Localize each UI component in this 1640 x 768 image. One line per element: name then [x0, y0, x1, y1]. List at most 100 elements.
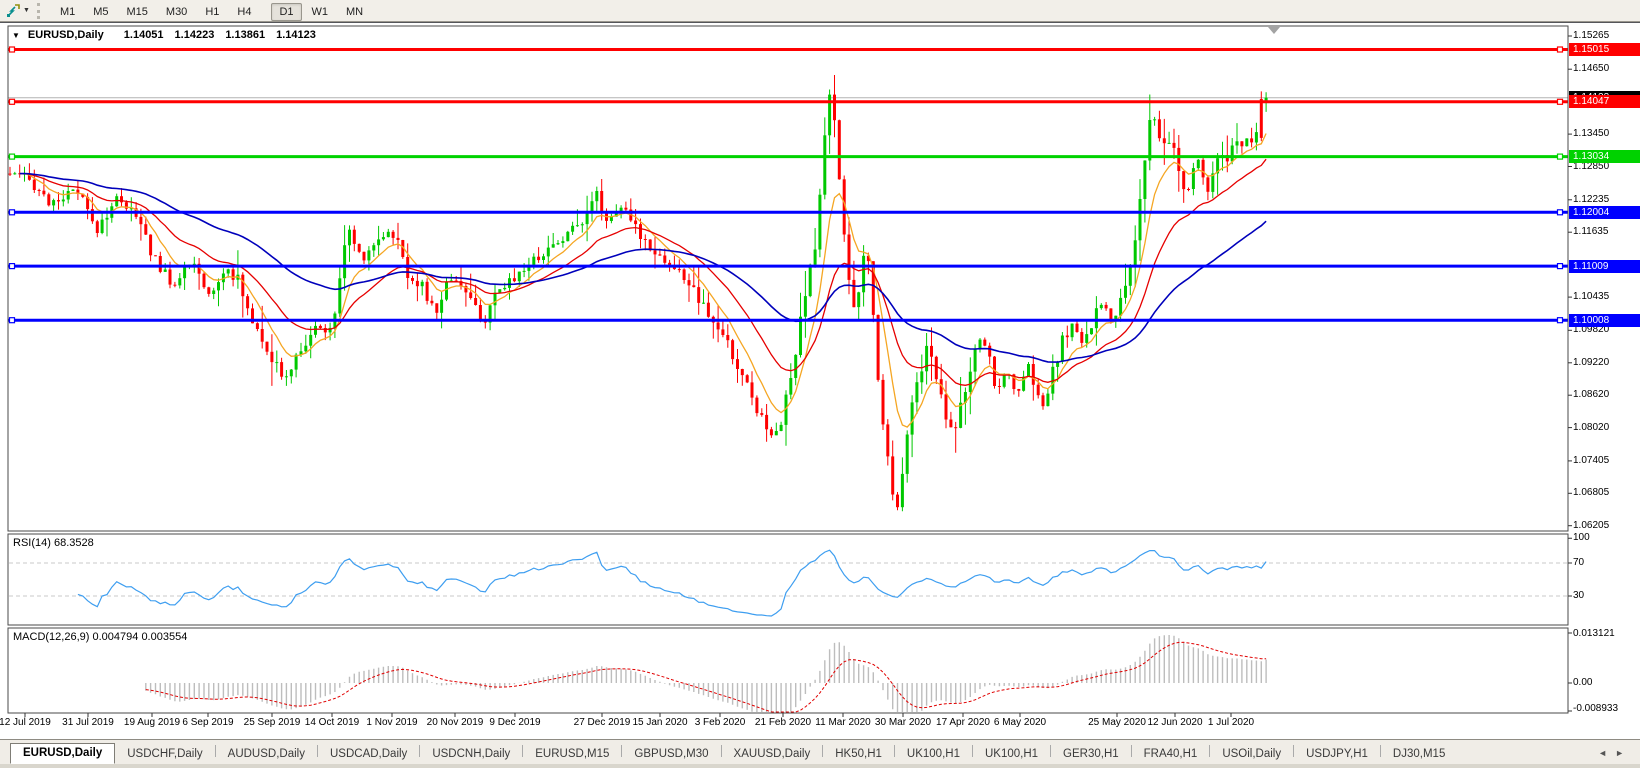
hline-handle[interactable]: [1556, 98, 1564, 105]
hline-label-1.15015: 1.15015: [1569, 43, 1640, 56]
hline-handle[interactable]: [8, 263, 16, 270]
panel-frame: [7, 533, 1569, 626]
rsi-value: 68.3528: [53, 537, 94, 549]
chart-tab-eurusd-m15[interactable]: EURUSD,M15: [525, 744, 619, 764]
tab-separator: [1293, 745, 1295, 757]
price-tick-1.09220: 1.09220: [1573, 356, 1610, 368]
chart-tab-uk100-h1[interactable]: UK100,H1: [975, 744, 1048, 764]
chart-shift-marker-icon[interactable]: [1268, 27, 1280, 34]
candlesticks: [8, 75, 1268, 512]
date-tick-label: 31 Jul 2019: [62, 717, 114, 728]
panel-frame: [7, 627, 1569, 714]
tab-separator: [522, 745, 524, 757]
price-tick-1.06805: 1.06805: [1573, 487, 1610, 499]
chart-tab-dj30-m15[interactable]: DJ30,M15: [1383, 744, 1455, 764]
chart-tab-gbpusd-m30[interactable]: GBPUSD,M30: [624, 744, 718, 764]
tab-scroll-left-icon[interactable]: ◄: [1598, 748, 1615, 758]
date-tick-label: 25 May 2020: [1088, 717, 1146, 728]
price-tick-1.15265: 1.15265: [1573, 30, 1610, 41]
hline-label-1.11009: 1.11009: [1569, 259, 1640, 273]
hline-handle[interactable]: [1556, 153, 1564, 160]
hline-handle[interactable]: [8, 98, 16, 105]
price-tick-1.10435: 1.10435: [1573, 291, 1610, 303]
date-tick-label: 30 Mar 2020: [874, 717, 932, 728]
rsi-indicator-label: RSI(14) 68.3528: [13, 537, 94, 549]
tab-separator: [214, 745, 216, 757]
window-bottom-edge: [0, 764, 1640, 768]
chart-window: ▼ EURUSD,Daily 1.14051 1.14223 1.13861 1.141…: [0, 22, 1640, 768]
tab-separator: [720, 745, 722, 757]
chart-tab-ger30-h1[interactable]: GER30,H1: [1053, 744, 1129, 764]
tab-scroll-arrows: ◄►: [1598, 748, 1632, 758]
hline-handle[interactable]: [1556, 263, 1564, 270]
macd-tick: 0.00: [1573, 677, 1593, 688]
date-tick-label: 19 Aug 2019: [123, 717, 181, 728]
price-tick-1.14650: 1.14650: [1573, 63, 1610, 75]
rsi-line: [77, 549, 1267, 617]
date-tick-label: 11 Mar 2020: [815, 717, 871, 728]
hline-handle[interactable]: [8, 317, 16, 324]
tab-separator: [621, 745, 623, 757]
hline-label-1.14047: 1.14047: [1569, 95, 1640, 109]
date-tick-label: 3 Feb 2020: [694, 717, 746, 728]
hline-label-1.10008: 1.10008: [1569, 313, 1640, 327]
chart-tab-fra40-h1[interactable]: FRA40,H1: [1134, 744, 1208, 764]
chart-tab-hk50-h1[interactable]: HK50,H1: [825, 744, 892, 764]
price-tick-1.13450: 1.13450: [1573, 128, 1610, 140]
chart-tab-uk100-h1[interactable]: UK100,H1: [897, 744, 970, 764]
date-tick-label: 12 Jul 2019: [0, 717, 51, 728]
hline-label-1.12004: 1.12004: [1569, 205, 1640, 219]
chart-tab-eurusd-daily[interactable]: EURUSD,Daily: [10, 743, 116, 764]
hline-label-1.13034: 1.13034: [1569, 150, 1640, 164]
hline-handle[interactable]: [1556, 46, 1564, 53]
hline-handle[interactable]: [1556, 209, 1564, 216]
tab-scroll-right-icon[interactable]: ►: [1615, 748, 1632, 758]
tab-separator: [1130, 745, 1132, 757]
chart-dropdown-icon[interactable]: ▼: [12, 31, 20, 40]
ma-fast-line: [19, 133, 1267, 428]
date-tick-label: 12 Jun 2020: [1147, 717, 1203, 728]
chart-tab-usdjpy-h1[interactable]: USDJPY,H1: [1296, 744, 1378, 764]
price-tick-1.07405: 1.07405: [1573, 454, 1610, 466]
date-tick-label: 9 Dec 2019: [489, 717, 541, 728]
price-tick-1.11635: 1.11635: [1573, 226, 1609, 238]
chart-symbol-period: EURUSD,Daily: [27, 29, 104, 41]
price-tick-1.08620: 1.08620: [1573, 389, 1610, 401]
date-tick-label: 21 Feb 2020: [754, 717, 812, 728]
date-tick-label: 14 Oct 2019: [304, 717, 360, 728]
date-tick-label: 27 Dec 2019: [573, 717, 631, 728]
chart-tab-usdcad-daily[interactable]: USDCAD,Daily: [320, 744, 417, 764]
hline-handle[interactable]: [8, 46, 16, 53]
macd-signal-value: 0.003554: [141, 631, 188, 643]
chart-tab-audusd-daily[interactable]: AUDUSD,Daily: [218, 744, 315, 764]
macd-main-value: 0.004794: [92, 631, 139, 643]
chart-canvas[interactable]: [0, 1, 1640, 768]
rsi-tick-30: 30: [1573, 590, 1585, 601]
chart-title[interactable]: ▼ EURUSD,Daily 1.14051 1.14223 1.13861 1.141…: [12, 29, 316, 41]
chart-tab-usdcnh-daily[interactable]: USDCNH,Daily: [422, 744, 520, 764]
mt4-terminal: ▼ M1 M5 M15 M30 H1 H4 D1 W1 MN ▼ EURUSD,Daily 1.1…: [0, 0, 1640, 768]
ma-slow-line: [19, 172, 1267, 363]
date-tick-label: 15 Jan 2020: [632, 717, 688, 728]
rsi-tick-70: 70: [1573, 557, 1585, 568]
chart-tab-usdchf-daily[interactable]: USDCHF,Daily: [117, 744, 212, 764]
date-tick-label: 1 Nov 2019: [366, 717, 418, 728]
hline-handle[interactable]: [1556, 317, 1564, 324]
tab-separator: [1050, 745, 1052, 757]
tab-separator: [316, 745, 318, 757]
macd-tick: -0.008933: [1573, 703, 1619, 714]
chart-tab-usoil-daily[interactable]: USOil,Daily: [1212, 744, 1291, 764]
hline-handle[interactable]: [8, 209, 16, 216]
hline-handle[interactable]: [8, 153, 16, 160]
tab-separator: [1379, 745, 1381, 757]
macd-tick: 0.013121: [1573, 628, 1615, 639]
macd-indicator-label: MACD(12,26,9) 0.004794 0.003554: [13, 631, 188, 643]
tab-separator: [1209, 745, 1211, 757]
chart-tab-bar: EURUSD,Daily USDCHF,Daily AUDUSD,Daily USDC…: [0, 739, 1640, 764]
ohlc-low: 1.13861: [225, 29, 266, 41]
price-tick-1.08020: 1.08020: [1573, 421, 1610, 433]
date-tick-label: 20 Nov 2019: [426, 717, 484, 728]
tab-separator: [419, 745, 421, 757]
date-tick-label: 25 Sep 2019: [243, 717, 301, 728]
chart-tab-xauusd-daily[interactable]: XAUUSD,Daily: [724, 744, 821, 764]
